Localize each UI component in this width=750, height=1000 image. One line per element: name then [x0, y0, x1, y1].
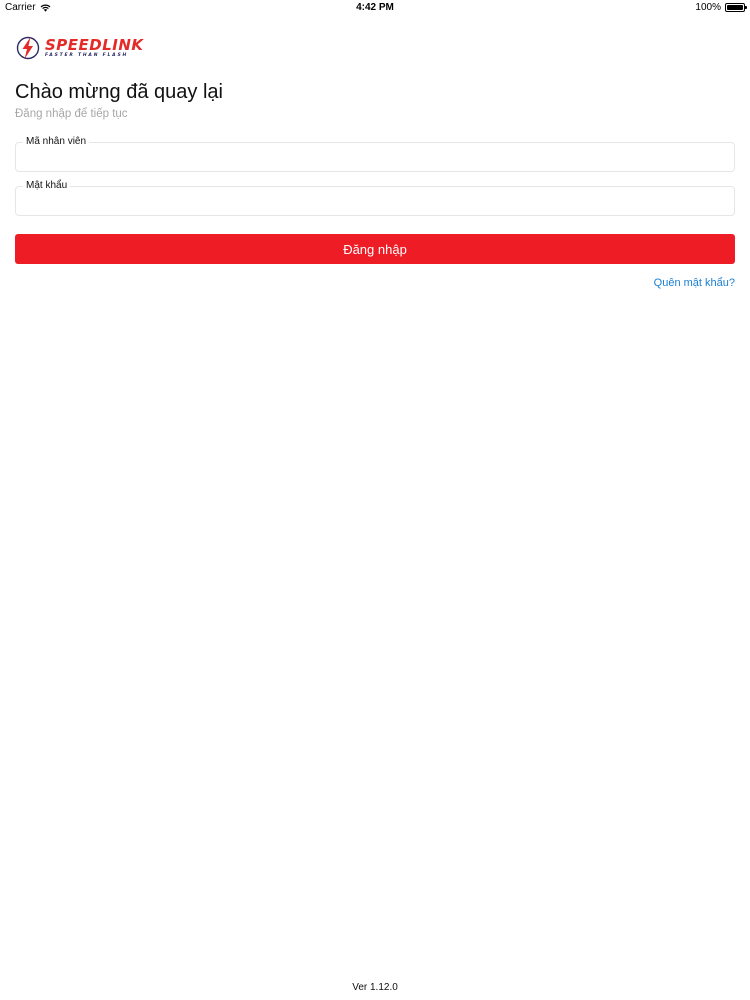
employee-id-input[interactable] — [16, 143, 734, 171]
carrier-label: Carrier — [5, 2, 36, 13]
logo-tagline: FASTER THAN FLASH — [45, 52, 129, 58]
password-field: Mật khẩu — [15, 180, 735, 216]
page-subtitle: Đăng nhập để tiếp tục — [15, 108, 128, 120]
login-button[interactable]: Đăng nhập — [15, 234, 735, 264]
page-title: Chào mừng đã quay lại — [15, 81, 223, 103]
password-input[interactable] — [16, 187, 734, 215]
battery-icon — [725, 3, 747, 12]
lightning-bolt-icon — [16, 36, 40, 60]
logo-brand: SPEEDLINK — [45, 35, 144, 54]
status-time: 4:42 PM — [356, 2, 394, 13]
app-version: Ver 1.12.0 — [352, 982, 398, 993]
battery-fill — [727, 5, 743, 10]
status-left: Carrier — [5, 2, 51, 13]
employee-id-field: Mã nhân viên — [15, 136, 735, 172]
logo-text: SPEEDLINK FASTER THAN FLASH — [45, 35, 144, 59]
app-logo: SPEEDLINK FASTER THAN FLASH — [15, 35, 144, 61]
battery-percent: 100% — [695, 2, 721, 13]
status-right: 100% — [695, 2, 747, 13]
status-bar: Carrier 4:42 PM 100% — [0, 0, 750, 16]
login-screen: Carrier 4:42 PM 100% SPEEDLINK FASTER TH… — [0, 0, 750, 1000]
forgot-password-link[interactable]: Quên mật khẩu? — [654, 277, 735, 289]
wifi-icon — [40, 4, 50, 12]
